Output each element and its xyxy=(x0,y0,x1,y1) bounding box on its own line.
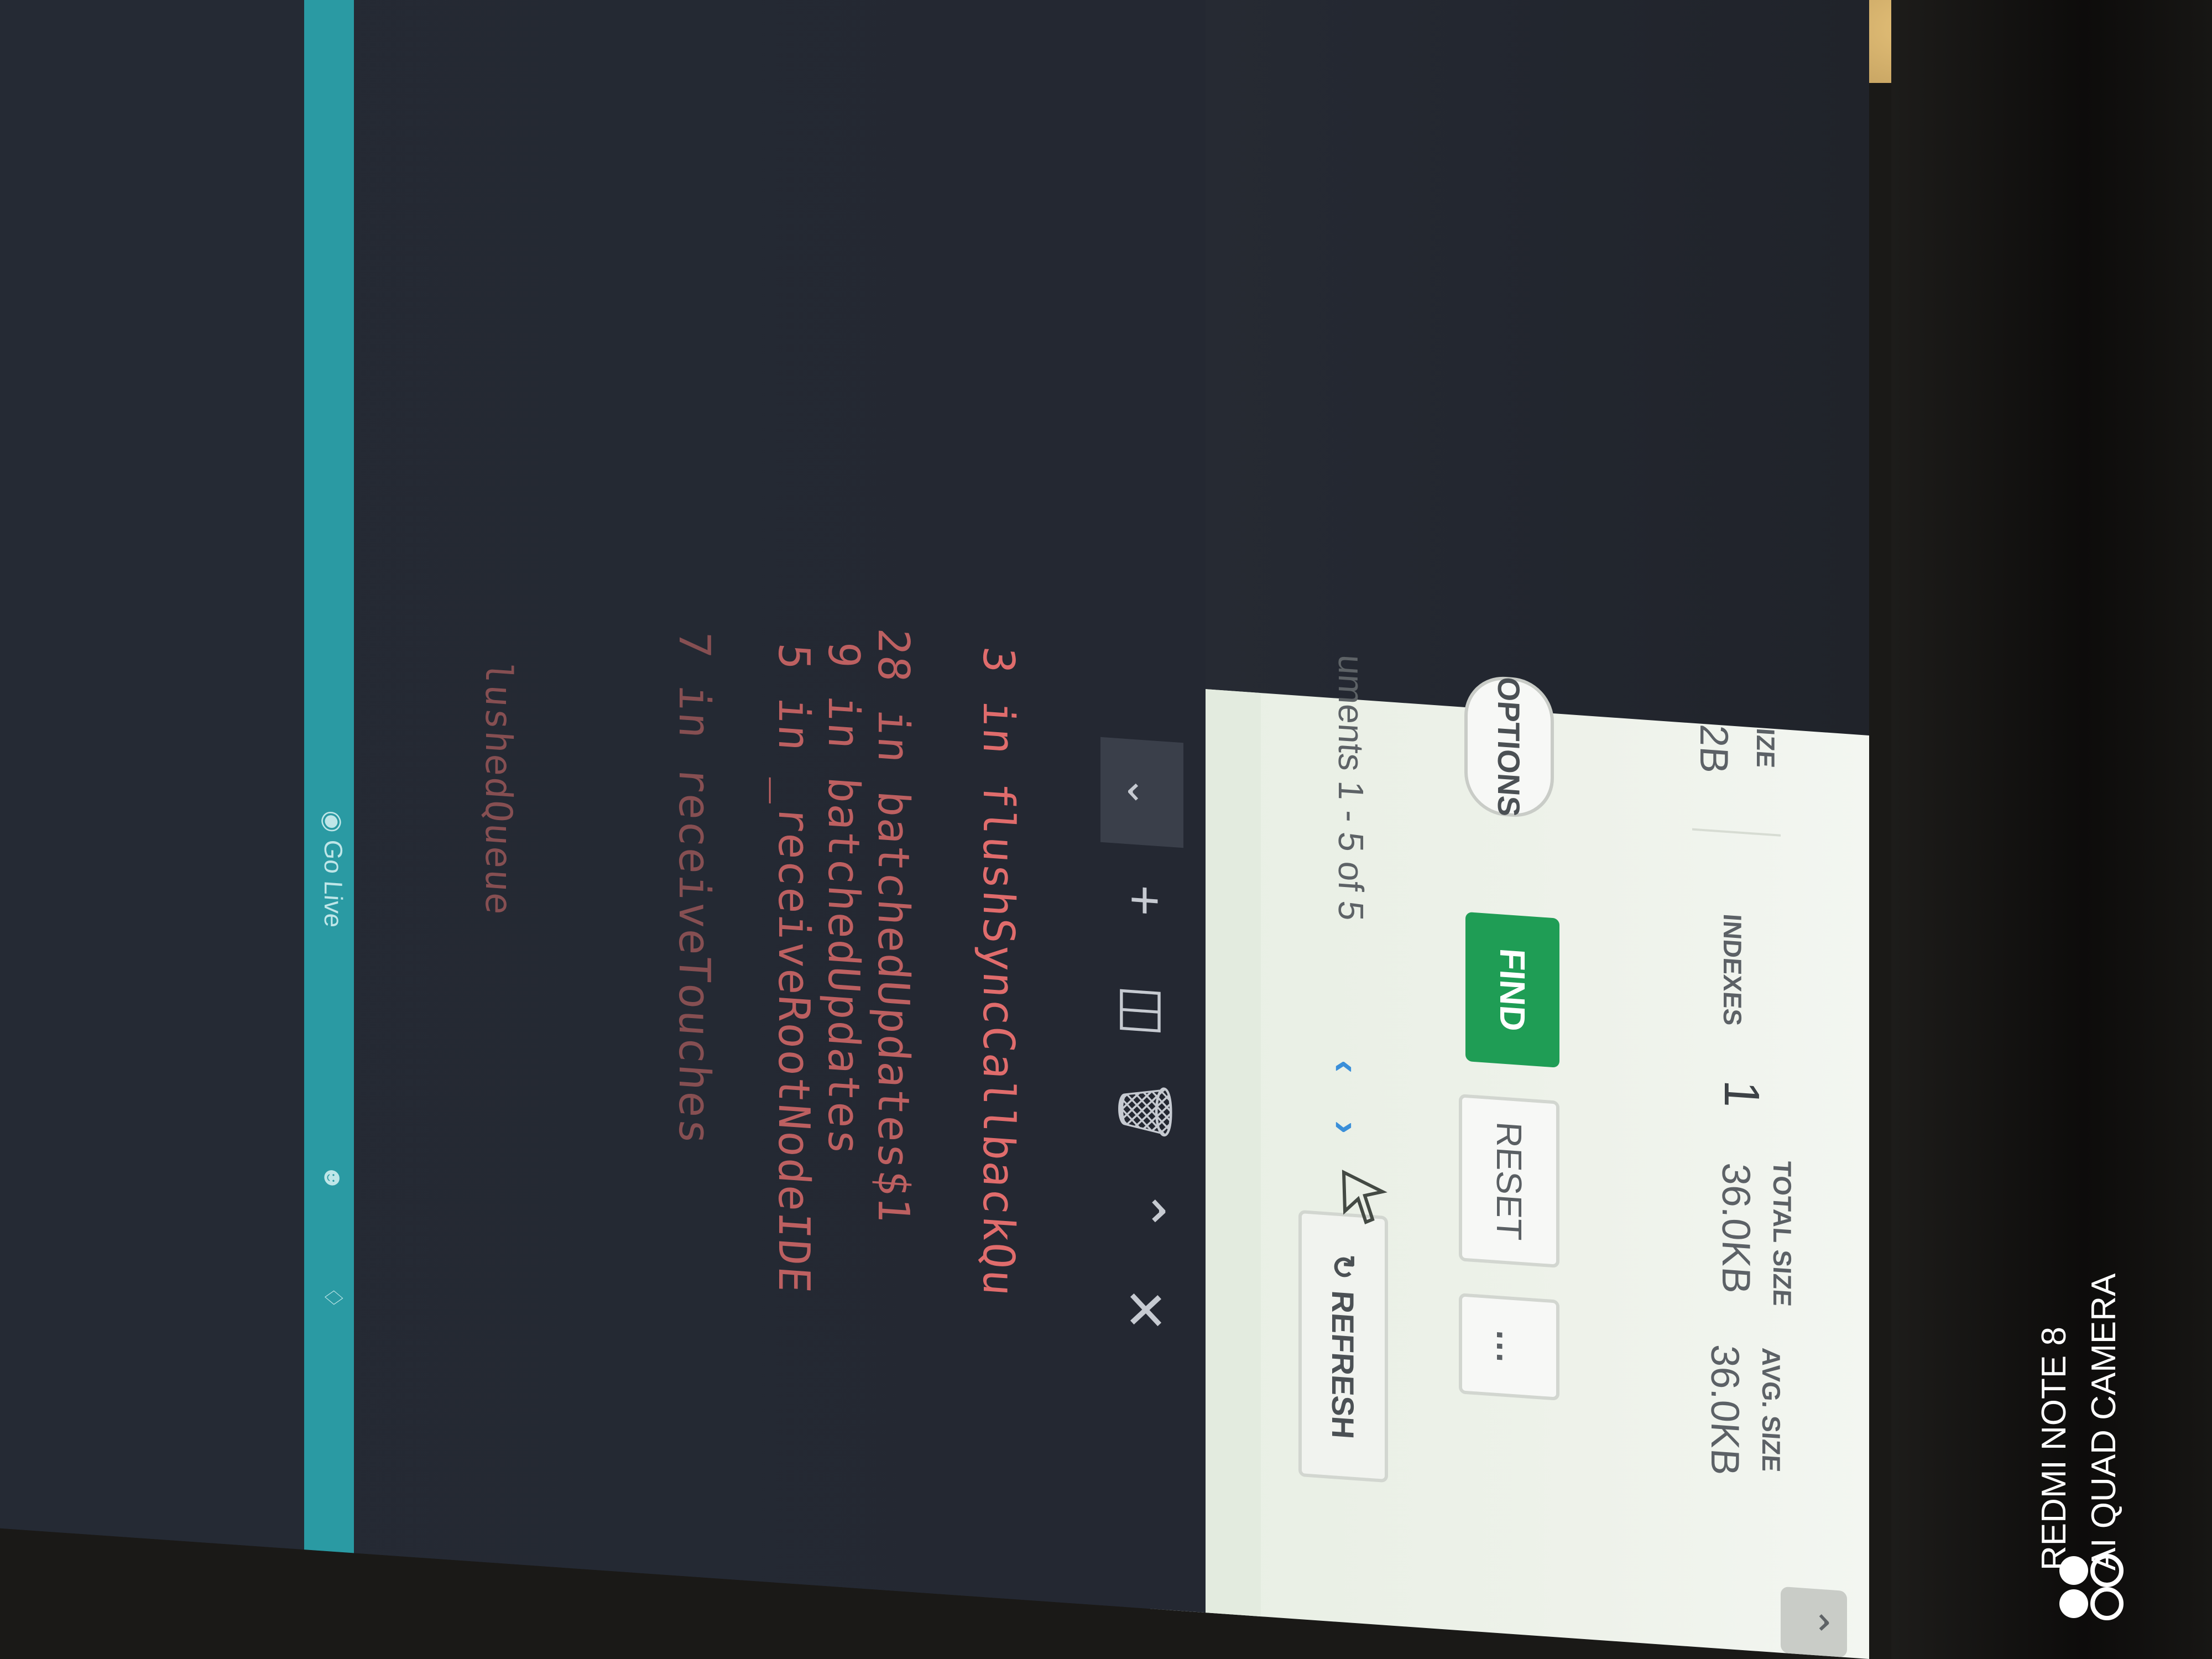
broadcast-icon: ◉ xyxy=(319,809,348,841)
document-count: uments 1 - 5 of 5 xyxy=(1331,653,1371,922)
next-page-button[interactable]: › xyxy=(1322,1101,1371,1154)
pagination-bar: uments 1 - 5 of 5 ‹ › ↻ REFRESH xyxy=(1294,654,1394,1626)
collapse-button[interactable]: ⌃ xyxy=(1781,1586,1847,1658)
chevron-left-icon: ‹ xyxy=(1325,1058,1368,1075)
new-terminal-button[interactable]: + xyxy=(1112,865,1178,936)
options-label: OPTIONS xyxy=(1491,676,1527,818)
maximize-panel-button[interactable]: ⌃ xyxy=(1112,1175,1178,1245)
screen-content: IZE 2B INDEXES 1 TOTAL SIZE 36.0KB AVG. … xyxy=(0,0,1869,1659)
chevron-down-icon: ⌄ xyxy=(1119,774,1164,811)
total-size-value: 36.0KB xyxy=(1714,1161,1758,1296)
find-label: FIND xyxy=(1493,947,1532,1033)
go-live-label: Go Live xyxy=(319,838,348,929)
refresh-button[interactable]: ↻ REFRESH xyxy=(1298,1209,1388,1483)
compass-panel: IZE 2B INDEXES 1 TOTAL SIZE 36.0KB AVG. … xyxy=(1150,654,1869,1659)
chevron-up-icon: ⌃ xyxy=(1115,1186,1174,1235)
trash-icon: 🗑 xyxy=(1115,1074,1175,1147)
find-button[interactable]: FIND xyxy=(1465,911,1559,1068)
stats-divider xyxy=(1692,828,1781,837)
refresh-label: REFRESH xyxy=(1326,1289,1361,1440)
options-button[interactable]: OPTIONS xyxy=(1464,674,1554,820)
mouse-cursor xyxy=(1342,1170,1387,1225)
reset-label: RESET xyxy=(1489,1120,1529,1241)
avg-size-value: 36.0KB xyxy=(1703,1343,1747,1477)
chevron-up-icon: ⌃ xyxy=(1792,1604,1835,1640)
terminal-line: 7 in receiveTouches xyxy=(669,629,719,1147)
close-icon: ✕ xyxy=(1115,1285,1174,1334)
chevron-right-icon: › xyxy=(1325,1119,1368,1136)
ellipsis-icon: … xyxy=(1489,1327,1529,1366)
split-icon: ◫ xyxy=(1115,984,1174,1039)
terminal-toolbar: ⌄ + ◫ 🗑 ⌃ ✕ xyxy=(1078,0,1206,1613)
terminal-line: lushedQueue xyxy=(477,660,520,917)
refresh-icon: ↻ xyxy=(1326,1253,1361,1281)
terminal-select[interactable]: ⌄ xyxy=(1100,737,1183,848)
prev-page-button[interactable]: ‹ xyxy=(1322,1040,1371,1093)
go-live-button[interactable]: ◉ Go Live xyxy=(319,810,348,928)
watermark-line-1: REDMI NOTE 8 xyxy=(2035,1327,2073,1571)
laptop-screen: IZE 2B INDEXES 1 TOTAL SIZE 36.0KB AVG. … xyxy=(0,0,1880,1659)
collection-stats: IZE 2B INDEXES 1 TOTAL SIZE 36.0KB AVG. … xyxy=(1676,722,1858,1658)
indexes-label: INDEXES xyxy=(1718,912,1747,1027)
bell-icon[interactable]: ♢ xyxy=(319,1285,348,1310)
status-bar: ◉ Go Live ☻ ♢ xyxy=(304,0,354,1553)
terminal-line: 9 in batchedUpdates xyxy=(818,640,868,1158)
plus-icon: + xyxy=(1115,883,1175,919)
split-terminal-button[interactable]: ◫ xyxy=(1112,975,1178,1046)
watermark-text: REDMI NOTE 8 AI QUAD CAMERA xyxy=(2030,1194,2129,1571)
terminal-panel: ⌄ + ◫ 🗑 ⌃ ✕ 3 in flushSyncCallbackQu 28 … xyxy=(0,0,1206,1613)
terminal-line: 28 in batchedUpdates$1 xyxy=(868,627,918,1226)
query-toolbar: OPTIONS FIND RESET … xyxy=(1449,674,1559,1637)
storage-size-value: 2B xyxy=(1692,723,1736,775)
storage-size-label: IZE xyxy=(1751,727,1780,769)
avg-size-label: AVG. SIZE xyxy=(1757,1347,1786,1473)
feedback-icon[interactable]: ☻ xyxy=(319,1164,348,1192)
watermark-line-2: AI QUAD CAMERA xyxy=(2085,1273,2123,1571)
total-size-label: TOTAL SIZE xyxy=(1768,1160,1797,1308)
indexes-value: 1 xyxy=(1714,1078,1769,1110)
kill-terminal-button[interactable]: 🗑 xyxy=(1112,1075,1178,1146)
terminal-line: 5 in _receiveRootNodeIDE xyxy=(769,641,818,1296)
terminal-line: 3 in flushSyncCallbackQu xyxy=(973,645,1023,1299)
camera-watermark: REDMI NOTE 8 AI QUAD CAMERA xyxy=(2035,1150,2212,1648)
reset-button[interactable]: RESET xyxy=(1459,1094,1559,1268)
more-options-button[interactable]: … xyxy=(1459,1293,1559,1401)
close-panel-button[interactable]: ✕ xyxy=(1112,1274,1178,1345)
